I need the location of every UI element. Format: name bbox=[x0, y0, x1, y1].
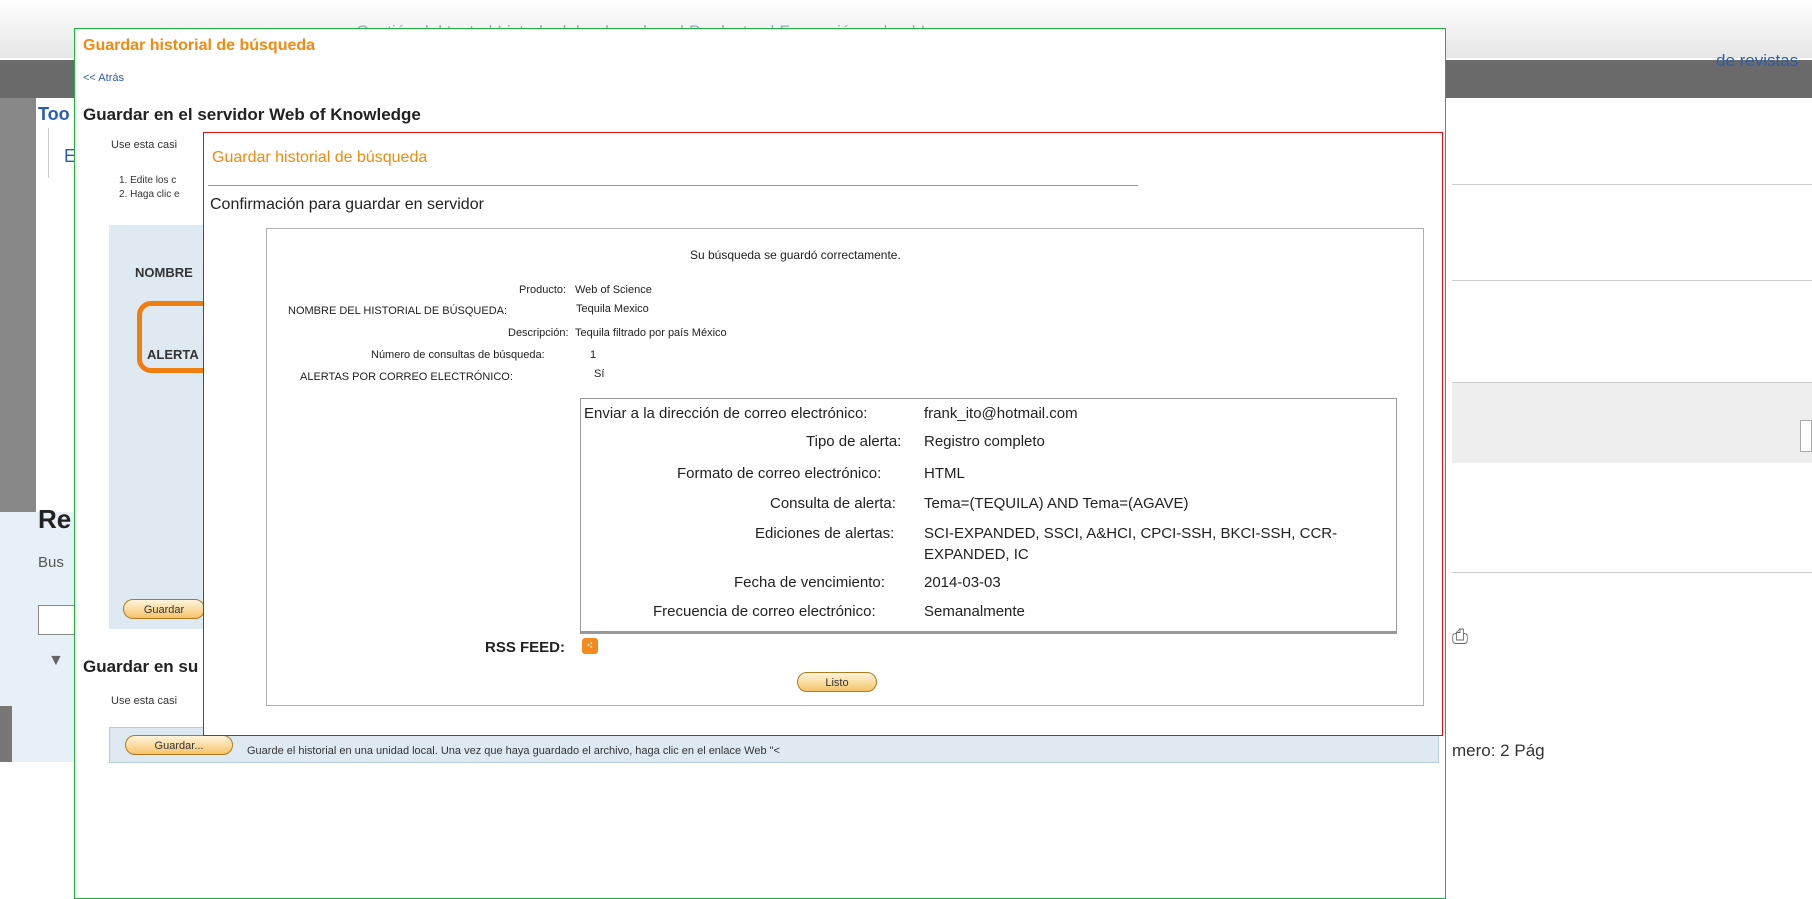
summary-label-product: Producto: bbox=[519, 284, 567, 296]
alert-value-editions-line2: EXPANDED, IC bbox=[924, 546, 1029, 563]
alert-value-type: Registro completo bbox=[924, 433, 1045, 450]
back-link[interactable]: << Atrás bbox=[83, 72, 124, 84]
done-button[interactable]: Listo bbox=[797, 672, 877, 692]
alert-label-frequency: Frecuencia de correo electrónico: bbox=[653, 603, 876, 620]
tab-partial[interactable]: Too bbox=[38, 104, 70, 125]
local-save-button[interactable]: Guardar... bbox=[125, 735, 233, 755]
summary-label-history-name: NOMBRE DEL HISTORIAL DE BÚSQUEDA: bbox=[288, 305, 508, 317]
printer-icon[interactable]: ⎙ bbox=[1452, 626, 1474, 648]
alert-value-frequency: Semanalmente bbox=[924, 603, 1025, 620]
alert-value-query: Tema=(TEQUILA) AND Tema=(AGAVE) bbox=[924, 495, 1189, 512]
alert-value-email: frank_ito@hotmail.com bbox=[924, 405, 1078, 422]
alert-value-format: HTML bbox=[924, 465, 965, 482]
alert-label-query: Consulta de alerta: bbox=[770, 495, 896, 512]
results-title: Re bbox=[38, 504, 72, 534]
dialog-title: Guardar historial de búsqueda bbox=[83, 37, 316, 54]
journals-link[interactable]: de revistas bbox=[1716, 51, 1798, 71]
title-separator bbox=[208, 185, 1138, 186]
summary-value-history-name: Tequila Mexico bbox=[576, 303, 649, 315]
alert-value-expiry: 2014-03-03 bbox=[924, 574, 1001, 591]
confirmation-dialog-body: Guardar historial de búsqueda Confirmaci… bbox=[203, 132, 1443, 736]
summary-value-product: Web of Science bbox=[575, 284, 652, 296]
alert-label-expiry: Fecha de vencimiento: bbox=[734, 574, 885, 591]
summary-label-description: Descripción: bbox=[508, 327, 569, 339]
alert-label-format: Formato de correo electrónico: bbox=[677, 465, 882, 482]
summary-value-query-count: 1 bbox=[590, 349, 597, 361]
server-intro-text: Use esta casi bbox=[111, 139, 178, 151]
server-section-heading: Guardar en el servidor Web of Knowledge bbox=[83, 105, 421, 124]
step-1-text: 1. Edite los c bbox=[119, 175, 177, 186]
divider bbox=[1452, 280, 1812, 281]
summary-value-email-alerts: Sí bbox=[594, 368, 605, 380]
search-subtitle: Bus bbox=[38, 554, 64, 571]
step-2-text: 2. Haga clic e bbox=[119, 189, 180, 200]
divider bbox=[1452, 184, 1812, 185]
local-intro-text: Use esta casi bbox=[111, 695, 178, 707]
alert-label-type: Tipo de alerta: bbox=[806, 433, 902, 450]
background-input[interactable] bbox=[1800, 420, 1812, 452]
page-number-text: mero: 2 Pág bbox=[1452, 741, 1545, 760]
alert-label-editions: Ediciones de alertas: bbox=[755, 525, 895, 542]
local-section-heading: Guardar en su bbox=[83, 657, 199, 676]
rss-feed-label: RSS FEED: bbox=[485, 639, 566, 656]
divider bbox=[1452, 572, 1812, 573]
confirm-heading: Confirmación para guardar en servidor bbox=[210, 196, 484, 213]
summary-value-description: Tequila filtrado por país México bbox=[575, 327, 727, 339]
divider bbox=[48, 128, 49, 178]
side-bar bbox=[0, 706, 12, 762]
background-gray-panel bbox=[1452, 382, 1812, 463]
history-name-label: NOMBRE bbox=[135, 265, 193, 280]
summary-label-query-count: Número de consultas de búsqueda: bbox=[371, 349, 545, 361]
confirm-dialog-title: Guardar historial de búsqueda bbox=[212, 149, 428, 166]
local-save-text: Guarde el historial en una unidad local.… bbox=[247, 745, 780, 757]
alert-value-editions: SCI-EXPANDED, SSCI, A&HCI, CPCI-SSH, BKC… bbox=[924, 525, 1338, 542]
rss-icon[interactable]: ⁖ bbox=[582, 638, 598, 654]
summary-label-email-alerts: ALERTAS POR CORREO ELECTRÓNICO: bbox=[300, 371, 513, 383]
save-button[interactable]: Guardar bbox=[123, 599, 205, 619]
triangle-down-icon[interactable]: ▼ bbox=[48, 652, 64, 670]
alert-label-email: Enviar a la dirección de correo electrón… bbox=[584, 405, 868, 422]
success-message: Su búsqueda se guardó correctamente. bbox=[690, 248, 901, 262]
